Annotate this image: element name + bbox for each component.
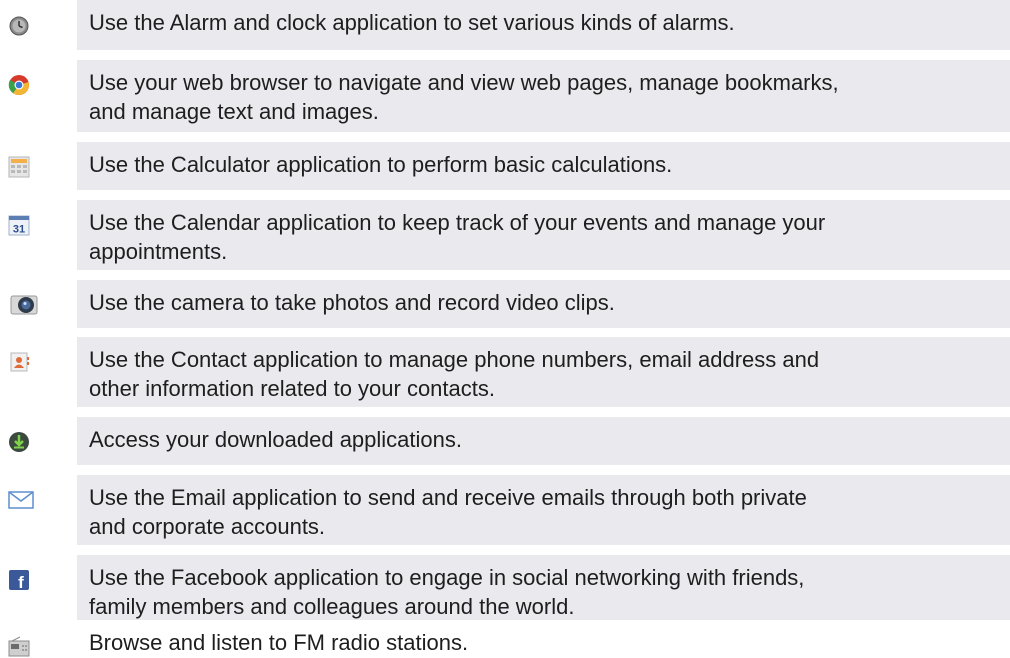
description-line: Use the Facebook application to engage i…: [89, 565, 805, 590]
app-description: Use your web browser to navigate and vie…: [77, 60, 1010, 132]
description-line: Use the Email application to send and re…: [89, 485, 807, 510]
fm-radio-icon: [8, 636, 30, 658]
description-line: other information related to your contac…: [89, 376, 495, 401]
app-description: Browse and listen to FM radio stations.: [77, 620, 1010, 655]
download-icon: [8, 431, 30, 453]
app-description: Use the Calendar application to keep tra…: [77, 200, 1010, 270]
contacts-icon: [8, 351, 30, 373]
facebook-icon-text: f: [18, 573, 24, 591]
app-description: Access your downloaded applications.: [77, 417, 1010, 465]
app-description: Use the camera to take photos and record…: [77, 280, 1010, 328]
description-line: Use the camera to take photos and record…: [89, 290, 615, 315]
description-line: Use your web browser to navigate and vie…: [89, 70, 839, 95]
description-line: Use the Calculator application to perfor…: [89, 152, 673, 177]
app-description: Use the Facebook application to engage i…: [77, 555, 1010, 625]
description-line: Use the Calendar application to keep tra…: [89, 210, 826, 235]
camera-icon: [10, 294, 38, 316]
app-description: Use the Contact application to manage ph…: [77, 337, 1010, 407]
calendar-icon-text: 31: [13, 224, 25, 236]
email-icon: [8, 491, 34, 513]
description-line: family members and colleagues around the…: [89, 594, 575, 619]
calculator-icon: [8, 156, 30, 178]
description-line: appointments.: [89, 239, 228, 264]
app-description: Use the Email application to send and re…: [77, 475, 1010, 545]
calendar-icon: 31: [8, 214, 30, 236]
description-line: Use the Alarm and clock application to s…: [89, 10, 735, 35]
clock-icon: [8, 15, 30, 37]
description-line: Use the Contact application to manage ph…: [89, 347, 820, 372]
description-line: and manage text and images.: [89, 99, 379, 124]
description-line: Browse and listen to FM radio stations.: [89, 630, 469, 655]
description-line: Access your downloaded applications.: [89, 427, 463, 452]
app-description: Use the Alarm and clock application to s…: [77, 0, 1010, 50]
facebook-icon: f: [8, 569, 30, 591]
browser-icon: [8, 74, 30, 96]
description-line: and corporate accounts.: [89, 514, 326, 539]
app-description: Use the Calculator application to perfor…: [77, 142, 1010, 190]
